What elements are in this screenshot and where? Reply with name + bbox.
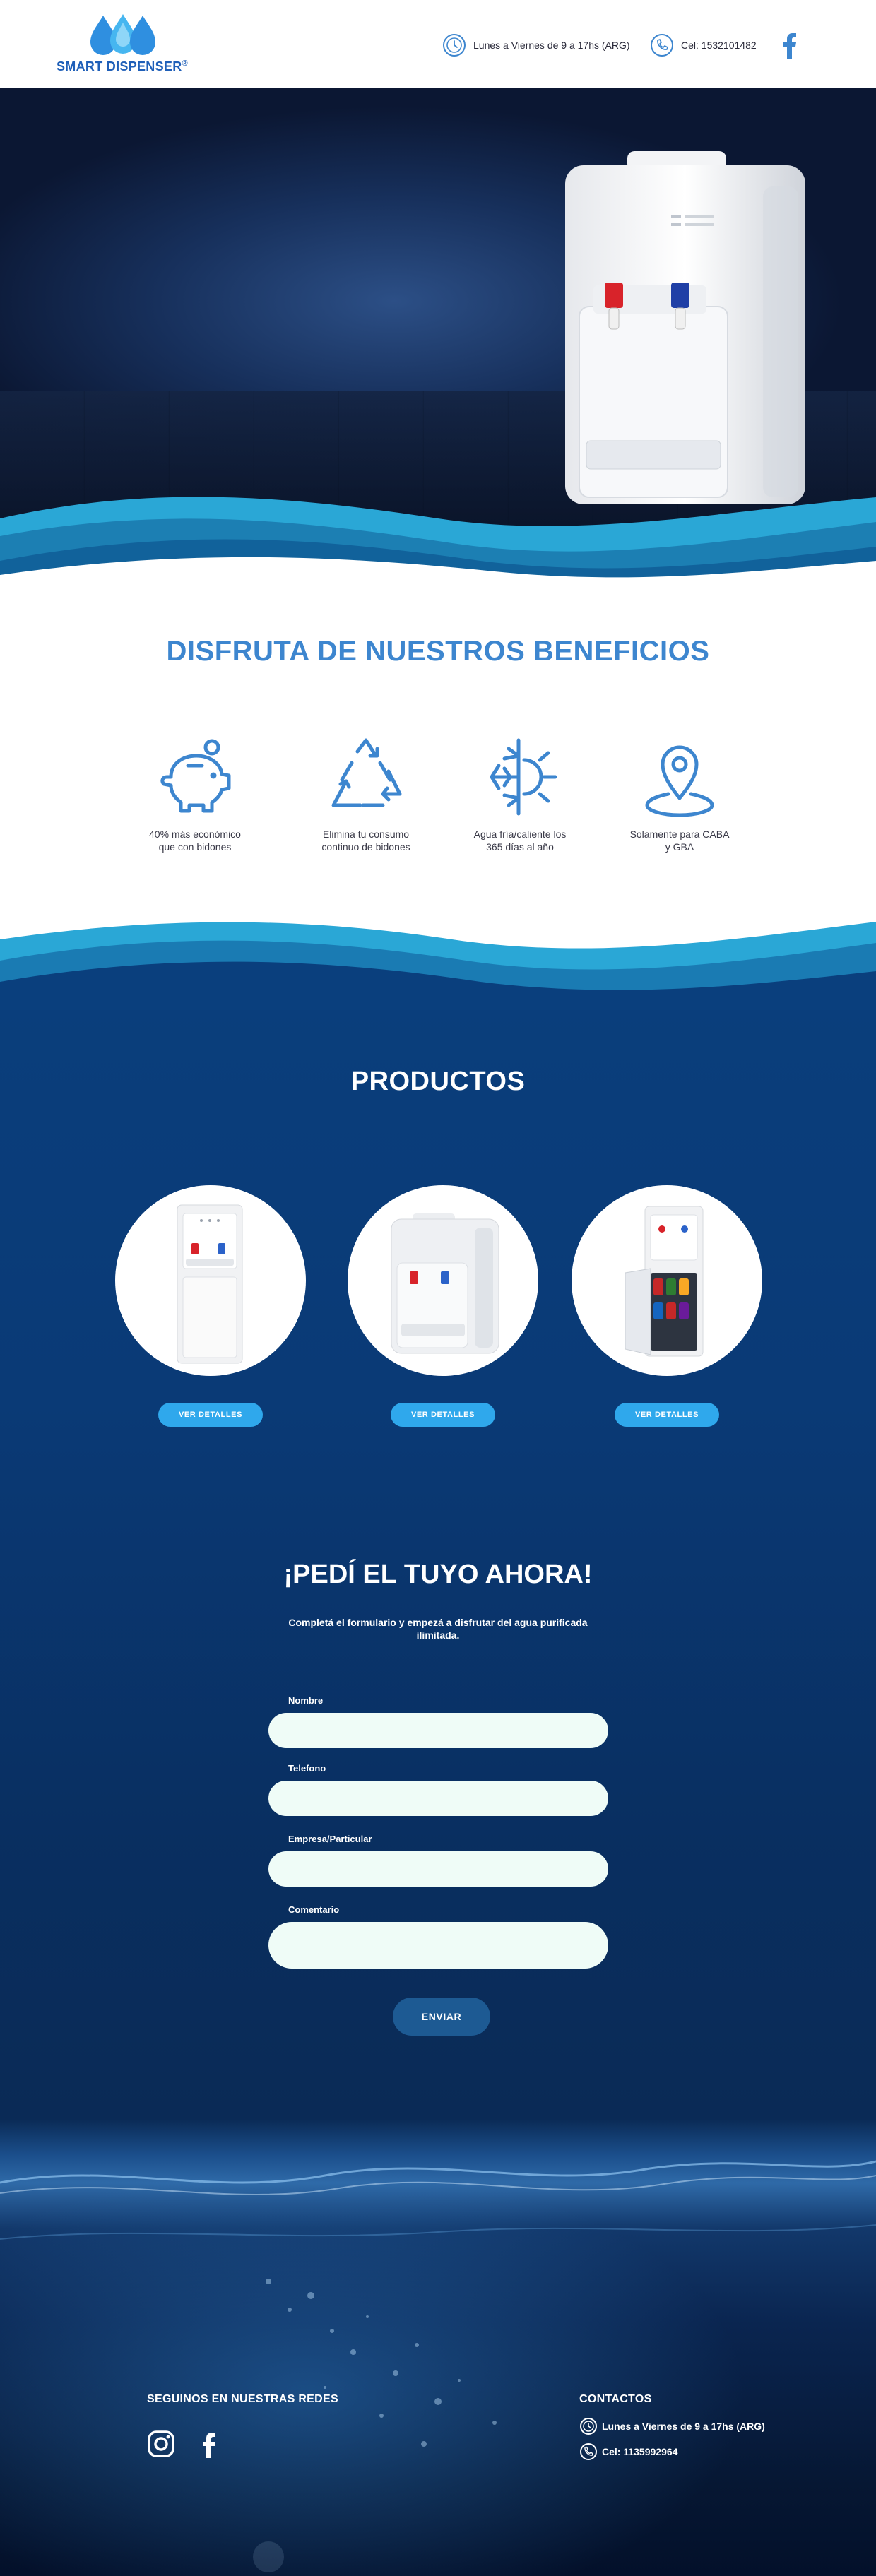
footer-hours: Lunes a Viernes de 9 a 17hs (ARG) (579, 2417, 765, 2435)
benefit-text-line: 365 días al año (486, 841, 554, 853)
site-footer: SEGUINOS EN NUESTRAS REDES CONTACTOS Lun… (0, 2119, 876, 2576)
instagram-icon[interactable] (147, 2430, 175, 2458)
name-field[interactable] (268, 1713, 608, 1748)
cold-hot-icon (490, 738, 557, 816)
benefits-title: DISFRUTA DE NUESTROS BENEFICIOS (166, 636, 710, 667)
product-card: VER DETALLES (115, 1185, 306, 1427)
view-details-button[interactable]: VER DETALLES (615, 1403, 719, 1427)
benefit-item: Elimina tu consumo continuo de bidones (295, 735, 437, 853)
brand-logo[interactable]: SMART DISPENSER® (57, 13, 198, 78)
phone-field[interactable] (268, 1781, 608, 1816)
comment-label: Comentario (288, 1904, 340, 1915)
benefit-item: 40% más económico que con bidones (124, 735, 266, 853)
clock-icon (443, 34, 466, 57)
contacts-title: CONTACTOS (579, 2393, 652, 2405)
view-details-button[interactable]: VER DETALLES (391, 1403, 495, 1427)
piggy-bank-icon (160, 739, 231, 813)
product-image[interactable] (572, 1185, 762, 1376)
benefit-text-line: que con bidones (158, 841, 232, 853)
brand-name: SMART DISPENSER® (57, 59, 188, 73)
benefit-text-line: Agua fría/caliente los (473, 829, 567, 840)
footer-hours-text: Lunes a Viernes de 9 a 17hs (ARG) (602, 2421, 765, 2432)
facebook-icon[interactable] (195, 2430, 223, 2458)
benefit-text-line: Solamente para CABA (629, 829, 730, 840)
footer-phone-text: Cel: 1135992964 (602, 2446, 678, 2457)
benefit-text-line: continuo de bidones (321, 841, 410, 853)
benefit-item: Solamente para CABA y GBA (609, 735, 750, 853)
underwater-background (0, 2119, 876, 2576)
site-header: SMART DISPENSER® Lunes a Viernes de 9 a … (0, 0, 876, 88)
facebook-icon[interactable] (777, 31, 803, 59)
product-card: VER DETALLES (572, 1185, 762, 1427)
recycle-icon (331, 738, 402, 807)
footer-phone[interactable]: Cel: 1135992964 (579, 2443, 677, 2461)
clock-icon (580, 2418, 597, 2435)
benefit-item: Agua fría/caliente los 365 días al año (449, 735, 591, 853)
header-phone[interactable]: Cel: 1532101482 (650, 32, 757, 58)
benefit-text-line: 40% más económico (149, 829, 241, 840)
benefit-text-line: y GBA (665, 841, 694, 853)
header-hours: Lunes a Viernes de 9 a 17hs (ARG) (442, 32, 630, 58)
products-order-section: PRODUCTOS VER DETALLES VER DETALLES VER … (0, 911, 876, 2133)
submit-button[interactable]: ENVIAR (393, 1998, 490, 2036)
location-pin-icon (645, 745, 714, 817)
benefit-text-line: Elimina tu consumo (322, 829, 410, 840)
comment-field[interactable] (268, 1922, 608, 1969)
name-label: Nombre (288, 1695, 324, 1706)
order-title: ¡PEDÍ EL TUYO AHORA! (283, 1560, 593, 1589)
water-drops-icon (90, 14, 155, 55)
section-wave (0, 911, 876, 1010)
product-card: VER DETALLES (348, 1185, 538, 1427)
phone-icon (651, 34, 673, 57)
order-subtitle: Completá el formulario y empezá a disfru… (288, 1617, 588, 1641)
hero-wave (0, 497, 876, 596)
header-hours-text: Lunes a Viernes de 9 a 17hs (ARG) (473, 40, 630, 51)
countertop-dispenser-image (391, 1213, 499, 1354)
fridge-dispenser-image (625, 1206, 704, 1357)
products-title: PRODUCTOS (350, 1067, 526, 1096)
hero-banner (0, 88, 876, 596)
phone-label: Telefono (288, 1763, 326, 1774)
company-field[interactable] (268, 1851, 608, 1887)
phone-icon (580, 2443, 597, 2460)
company-label: Empresa/Particular (288, 1834, 372, 1844)
view-details-button[interactable]: VER DETALLES (158, 1403, 263, 1427)
product-image[interactable] (115, 1185, 306, 1376)
header-phone-text: Cel: 1532101482 (681, 40, 757, 51)
standing-dispenser-image (177, 1204, 243, 1364)
product-image[interactable] (348, 1185, 538, 1376)
social-title: SEGUINOS EN NUESTRAS REDES (147, 2393, 338, 2405)
